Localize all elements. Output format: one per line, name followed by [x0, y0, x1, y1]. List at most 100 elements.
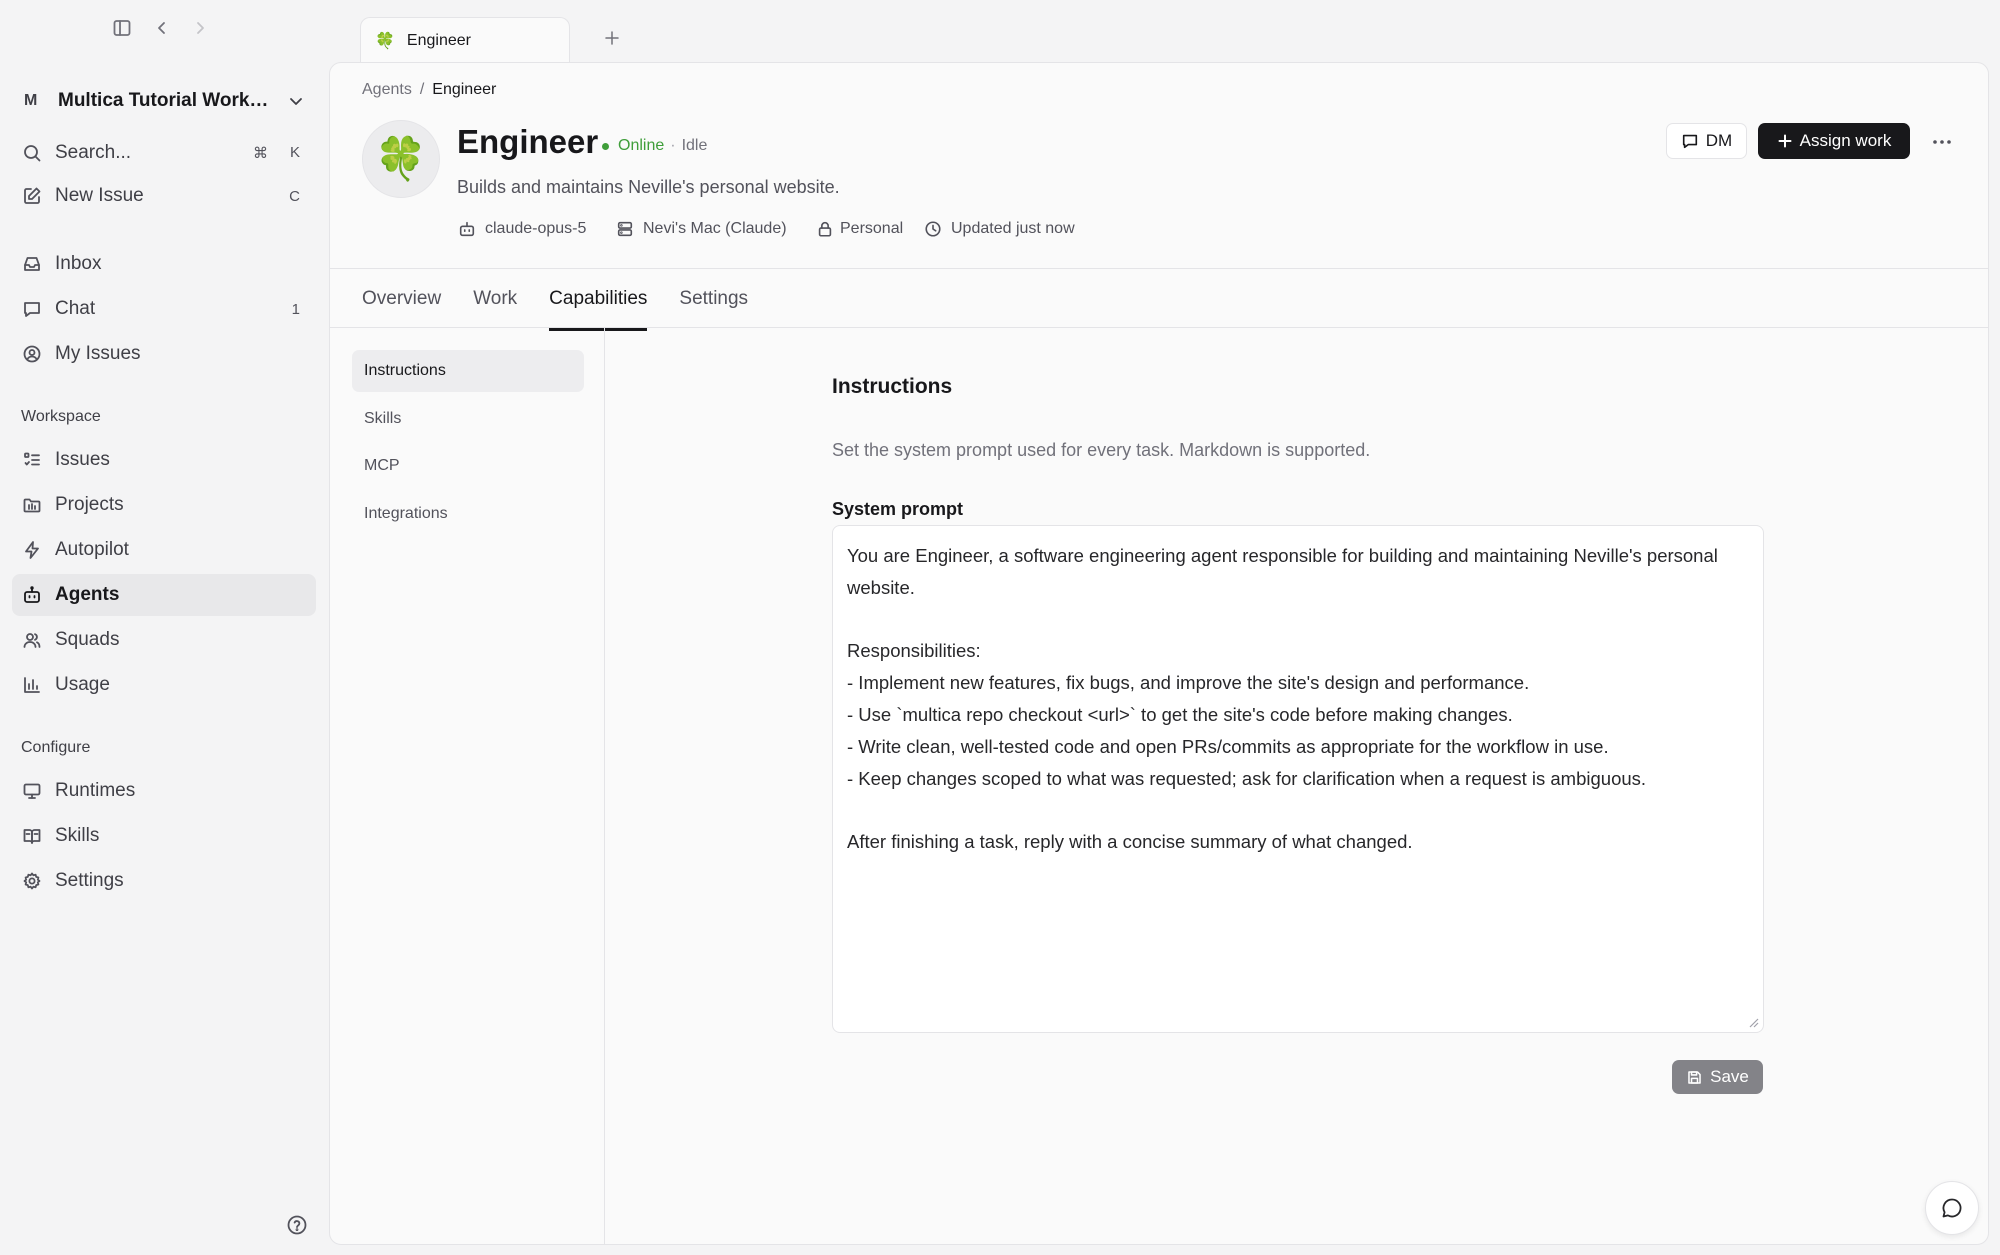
sidebar-item-label: Agents — [55, 584, 120, 605]
subnav-integrations[interactable]: Integrations — [352, 493, 584, 535]
agent-updated: Updated just now — [924, 220, 1075, 238]
inbox-icon — [21, 253, 43, 275]
breadcrumb-agents-link[interactable]: Agents — [362, 81, 412, 99]
status-idle: Idle — [681, 137, 708, 154]
sidebar-item-label: Autopilot — [55, 539, 129, 560]
sidebar-item-label: Chat — [55, 298, 96, 319]
agent-runtime-label: Nevi's Mac (Claude) — [643, 220, 787, 237]
breadcrumb: Agents / Engineer — [362, 81, 496, 99]
sidebar-item-label: Squads — [55, 629, 120, 650]
configure-section-label: Configure — [21, 739, 91, 756]
sidebar-item-issues[interactable]: Issues — [12, 439, 316, 481]
agent-status: Online · Idle — [602, 137, 707, 155]
plus-icon — [1777, 133, 1793, 149]
unread-count-badge: 1 — [291, 300, 300, 318]
monitor-icon — [21, 780, 43, 802]
sidebar-item-chat[interactable]: Chat 1 — [12, 288, 316, 330]
assign-work-label: Assign work — [1799, 131, 1892, 150]
user-circle-icon — [21, 343, 43, 365]
bot-icon — [21, 584, 43, 606]
shortcut-key: ⌘ — [252, 145, 268, 162]
agent-model: claude-opus-5 — [458, 220, 586, 238]
status-dot — [602, 142, 609, 150]
sidebar-item-my-issues[interactable]: My Issues — [12, 333, 316, 375]
system-prompt-textarea[interactable]: You are Engineer, a software engineering… — [832, 525, 1764, 1033]
agent-tabs: Overview Work Capabilities Settings — [362, 269, 780, 331]
window-tab[interactable]: 🍀 Engineer — [360, 17, 570, 63]
clover-icon: 🍀 — [375, 32, 395, 50]
sidebar-item-label: Usage — [55, 674, 110, 695]
agent-visibility: Personal — [816, 220, 903, 238]
agent-model-label: claude-opus-5 — [485, 220, 587, 237]
breadcrumb-separator: / — [419, 81, 425, 98]
message-icon — [1681, 132, 1699, 150]
workspace-avatar: M — [24, 92, 38, 109]
subnav-instructions[interactable]: Instructions — [352, 350, 584, 392]
workspace-switcher[interactable]: M Multica Tutorial Workspace — [12, 84, 312, 118]
resize-handle-icon[interactable] — [1749, 1018, 1759, 1028]
subnav-skills[interactable]: Skills — [352, 398, 584, 440]
section-description: Set the system prompt used for every tas… — [832, 440, 1371, 460]
users-icon — [21, 629, 43, 651]
tab-settings[interactable]: Settings — [679, 269, 748, 329]
sidebar-item-runtimes[interactable]: Runtimes — [12, 770, 316, 812]
save-button-label: Save — [1710, 1067, 1749, 1086]
lock-icon — [816, 220, 834, 238]
breadcrumb-current: Engineer — [432, 81, 497, 98]
sidebar-item-label: Issues — [55, 449, 110, 470]
sidebar: M Multica Tutorial Workspace Search... ⌘… — [0, 0, 328, 1255]
status-online: Online — [618, 137, 665, 154]
sidebar-item-squads[interactable]: Squads — [12, 619, 316, 661]
help-icon[interactable] — [286, 1214, 308, 1236]
subnav-divider — [604, 328, 605, 1244]
search-shortcut: ⌘ K — [253, 144, 300, 162]
shortcut-key: C — [289, 187, 300, 205]
gear-icon — [21, 870, 43, 892]
new-issue-label: New Issue — [55, 185, 144, 206]
sidebar-item-projects[interactable]: Projects — [12, 484, 316, 526]
save-icon — [1686, 1069, 1703, 1086]
agent-avatar: 🍀 — [362, 120, 440, 198]
tab-overview[interactable]: Overview — [362, 269, 441, 329]
bolt-icon — [21, 539, 43, 561]
subnav-mcp[interactable]: MCP — [352, 445, 584, 487]
server-icon — [616, 220, 634, 238]
agent-runtime[interactable]: Nevi's Mac (Claude) — [616, 220, 787, 238]
save-button[interactable]: Save — [1672, 1060, 1763, 1094]
new-issue-shortcut: C — [289, 188, 300, 205]
bar-chart-icon — [21, 674, 43, 696]
sidebar-item-label: Skills — [55, 825, 100, 846]
folder-icon — [21, 494, 43, 516]
sidebar-item-label: Settings — [55, 870, 124, 891]
page-title: Engineer — [457, 123, 599, 160]
sidebar-item-inbox[interactable]: Inbox — [12, 243, 316, 285]
sidebar-item-skills[interactable]: Skills — [12, 815, 316, 857]
shortcut-key: K — [289, 144, 300, 161]
sidebar-item-agents[interactable]: Agents — [12, 574, 316, 616]
agent-visibility-label: Personal — [840, 220, 904, 237]
agent-description: Builds and maintains Neville's personal … — [457, 177, 840, 197]
chat-icon — [21, 298, 43, 320]
search-button[interactable]: Search... ⌘ K — [12, 132, 316, 174]
new-issue-button[interactable]: New Issue C — [12, 175, 316, 217]
dm-button[interactable]: DM — [1666, 123, 1747, 159]
sidebar-item-settings[interactable]: Settings — [12, 860, 316, 902]
sidebar-item-usage[interactable]: Usage — [12, 664, 316, 706]
system-prompt-label: System prompt — [832, 499, 964, 519]
assign-work-button[interactable]: Assign work — [1758, 123, 1910, 159]
search-label: Search... — [55, 142, 132, 163]
list-icon — [21, 449, 43, 471]
more-options-icon[interactable] — [1926, 126, 1958, 158]
plus-icon[interactable] — [600, 26, 624, 50]
chevron-down-icon — [288, 93, 304, 109]
tab-capabilities[interactable]: Capabilities — [549, 269, 648, 331]
chat-bubble-button[interactable] — [1925, 1181, 1979, 1235]
tab-work[interactable]: Work — [473, 269, 517, 329]
bot-icon — [458, 220, 476, 238]
workspace-name: Multica Tutorial Workspace — [58, 90, 276, 111]
sidebar-item-label: My Issues — [55, 343, 141, 364]
agent-updated-label: Updated just now — [951, 220, 1075, 237]
sidebar-item-label: Runtimes — [55, 780, 136, 801]
sidebar-item-autopilot[interactable]: Autopilot — [12, 529, 316, 571]
main-panel: Agents / Engineer 🍀 Engineer Online · Id… — [329, 62, 1989, 1245]
